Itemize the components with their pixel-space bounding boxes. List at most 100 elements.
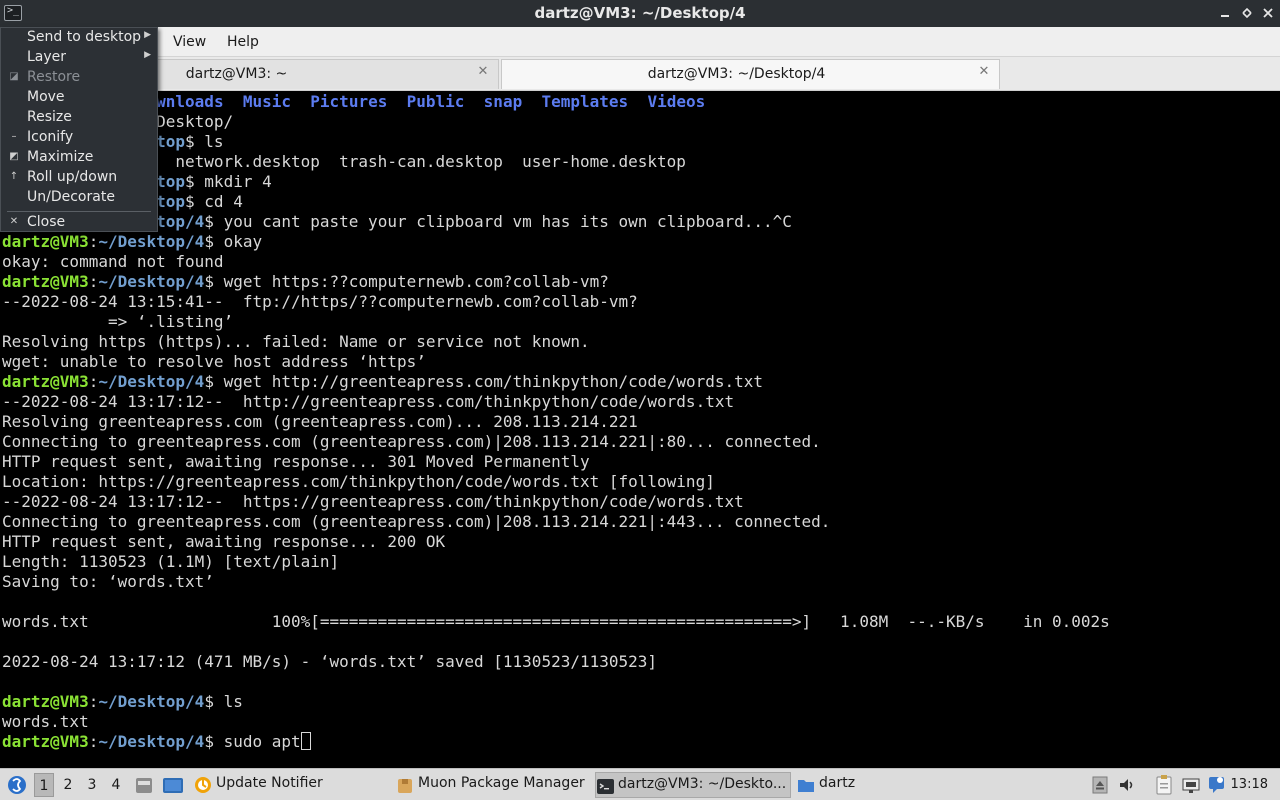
prompt-line: dartz@VM3:~/Desktop/4$ okay (2, 232, 263, 251)
menu-item-send-to-desktop[interactable]: Send to desktop ▶ (1, 28, 157, 48)
output-line: wget: unable to resolve host address ‘ht… (2, 352, 426, 371)
show-desktop-button[interactable] (134, 773, 154, 797)
menu-item-label: Resize (27, 109, 72, 125)
menu-item-label: Send to desktop (27, 29, 142, 45)
folder-icon (798, 780, 814, 792)
workspace-1[interactable]: 1 (34, 773, 54, 797)
close-window-icon (1263, 8, 1273, 18)
maximize-window-icon (1242, 7, 1252, 19)
menu-item-label: Move (27, 89, 65, 105)
menu-item-layer[interactable]: Layer ▶ (1, 48, 157, 68)
submenu-arrow-icon: ▶ (144, 30, 151, 40)
output-line: --2022-08-24 13:17:12-- https://greentea… (2, 492, 744, 511)
prompt-user: dartz@VM3 (2, 232, 89, 251)
file-cabinet-icon (136, 778, 152, 793)
command-text: $ wget https:??computernewb.com?collab-v… (204, 272, 609, 291)
start-menu-button[interactable] (6, 773, 28, 797)
output-line: Saving to: ‘words.txt’ (2, 572, 214, 591)
tray-eject[interactable] (1090, 774, 1110, 796)
menu-item-label: Maximize (27, 149, 94, 165)
output-line: Connecting to greenteapress.com (greente… (2, 512, 831, 531)
package-manager-icon (398, 779, 412, 793)
menu-item-label: Roll up/down (27, 169, 118, 185)
chat-icon (1209, 777, 1224, 793)
eject-icon (1092, 776, 1108, 794)
maximize-button[interactable] (1238, 4, 1256, 22)
network-icon (1182, 778, 1200, 793)
text-cursor (300, 732, 311, 750)
menu-item-close[interactable]: ✕ Close (1, 213, 157, 233)
volume-icon (1120, 779, 1133, 791)
output-line: Length: 1130523 (1.1M) [text/plain] (2, 552, 340, 571)
workspace-4[interactable]: 4 (106, 773, 126, 797)
menu-help[interactable]: Help (227, 34, 259, 50)
output-line: Location: https://greenteapress.com/thin… (2, 472, 715, 491)
file-manager-launcher[interactable] (162, 773, 184, 797)
menu-item-label: Restore (27, 69, 81, 85)
window-context-menu: Send to desktop ▶ Layer ▶ ◪ Restore Move Resize… (0, 27, 158, 232)
menu-item-maximize[interactable]: ◩ Maximize (1, 148, 157, 168)
output-line: words.txt (2, 712, 89, 731)
command-text: $ ls (204, 692, 243, 711)
terminal-output[interactable]: nts Downloads Music Pictures Public snap… (0, 92, 1280, 766)
monitor-icon (163, 778, 183, 793)
menu-separator (7, 211, 151, 212)
taskbar: 1 2 3 4 Update Notifier Muon Package Man… (0, 768, 1280, 800)
task-muon-package-manager[interactable]: Muon Package Manager (396, 772, 590, 798)
task-label: Muon Package Manager (418, 775, 585, 791)
menu-item-roll-up-down[interactable]: ↑ Roll up/down (1, 168, 157, 188)
prompt-user: dartz@VM3 (2, 272, 89, 291)
menu-item-move[interactable]: Move (1, 88, 157, 108)
prompt-path: ~/Desktop/4 (98, 692, 205, 711)
tab-desktop-4[interactable]: dartz@VM3: ~/Desktop/4 ✕ (501, 59, 1000, 89)
tray-chat[interactable] (1207, 774, 1227, 796)
prompt-line: dartz@VM3:~/Desktop/4$ sudo apt (2, 732, 311, 752)
workspace-2[interactable]: 2 (58, 773, 78, 797)
rollup-icon: ↑ (9, 171, 19, 182)
menu-item-resize[interactable]: Resize (1, 108, 157, 128)
tray-clipboard[interactable] (1154, 774, 1174, 796)
tray-network[interactable] (1181, 774, 1201, 796)
menu-item-un-decorate[interactable]: Un/Decorate (1, 188, 157, 208)
close-window-button[interactable] (1259, 4, 1277, 22)
output-line: HTTP request sent, awaiting response... … (2, 452, 590, 471)
command-text: $ okay (204, 232, 263, 251)
prompt-line: dartz@VM3:~/Desktop/4$ wget https:??comp… (2, 272, 609, 291)
menu-item-label: Close (27, 214, 66, 230)
output-line: Resolving greenteapress.com (greenteapre… (2, 412, 638, 431)
output-line: words.txt 100%[=========================… (2, 612, 1110, 631)
output-line: => ‘.listing’ (2, 312, 234, 331)
menu-item-label: Un/Decorate (27, 189, 115, 205)
prompt-path: ~/Desktop/4 (98, 372, 205, 391)
prompt-user: dartz@VM3 (2, 692, 89, 711)
output-line: --2022-08-24 13:15:41-- ftp://https/??co… (2, 292, 638, 311)
output-line: okay: command not found (2, 252, 224, 271)
task-label: dartz (819, 775, 856, 791)
minimize-button[interactable] (1216, 4, 1234, 22)
output-line: --2022-08-24 13:17:12-- http://greenteap… (2, 392, 735, 411)
menu-item-iconify[interactable]: – Iconify (1, 128, 157, 148)
task-file-manager[interactable]: dartz (797, 772, 993, 798)
prompt-path: ~/Desktop/4 (98, 232, 205, 251)
output-line: 2022-08-24 13:17:12 (471 MB/s) - ‘words.… (2, 652, 658, 671)
prompt-line: dartz@VM3:~/Desktop/4$ wget http://green… (2, 372, 764, 391)
window-titlebar[interactable]: >_ dartz@VM3: ~/Desktop/4 (0, 0, 1280, 27)
menu-view[interactable]: View (173, 34, 206, 50)
tray-volume[interactable] (1117, 774, 1137, 796)
task-terminal[interactable]: dartz@VM3: ~/Deskto... (595, 772, 791, 798)
task-label: Update Notifier (216, 775, 323, 791)
close-icon: ✕ (9, 216, 19, 227)
tab-close-icon[interactable]: ✕ (977, 65, 991, 79)
prompt-user: dartz@VM3 (2, 732, 89, 751)
menu-item-label: Iconify (27, 129, 74, 145)
command-text: $ sudo apt (204, 732, 301, 751)
workspace-3[interactable]: 3 (82, 773, 102, 797)
clock[interactable]: 13:18 (1231, 777, 1268, 792)
task-update-notifier[interactable]: Update Notifier (194, 772, 390, 798)
clipboard-icon (1156, 775, 1172, 795)
start-menu-icon (8, 776, 26, 794)
iconify-icon: – (11, 131, 17, 142)
tab-close-icon[interactable]: ✕ (476, 65, 490, 79)
tab-bar: dartz@VM3: ~ ✕ dartz@VM3: ~/Desktop/4 ✕ (0, 57, 1280, 91)
output-line: Connecting to greenteapress.com (greente… (2, 432, 821, 451)
